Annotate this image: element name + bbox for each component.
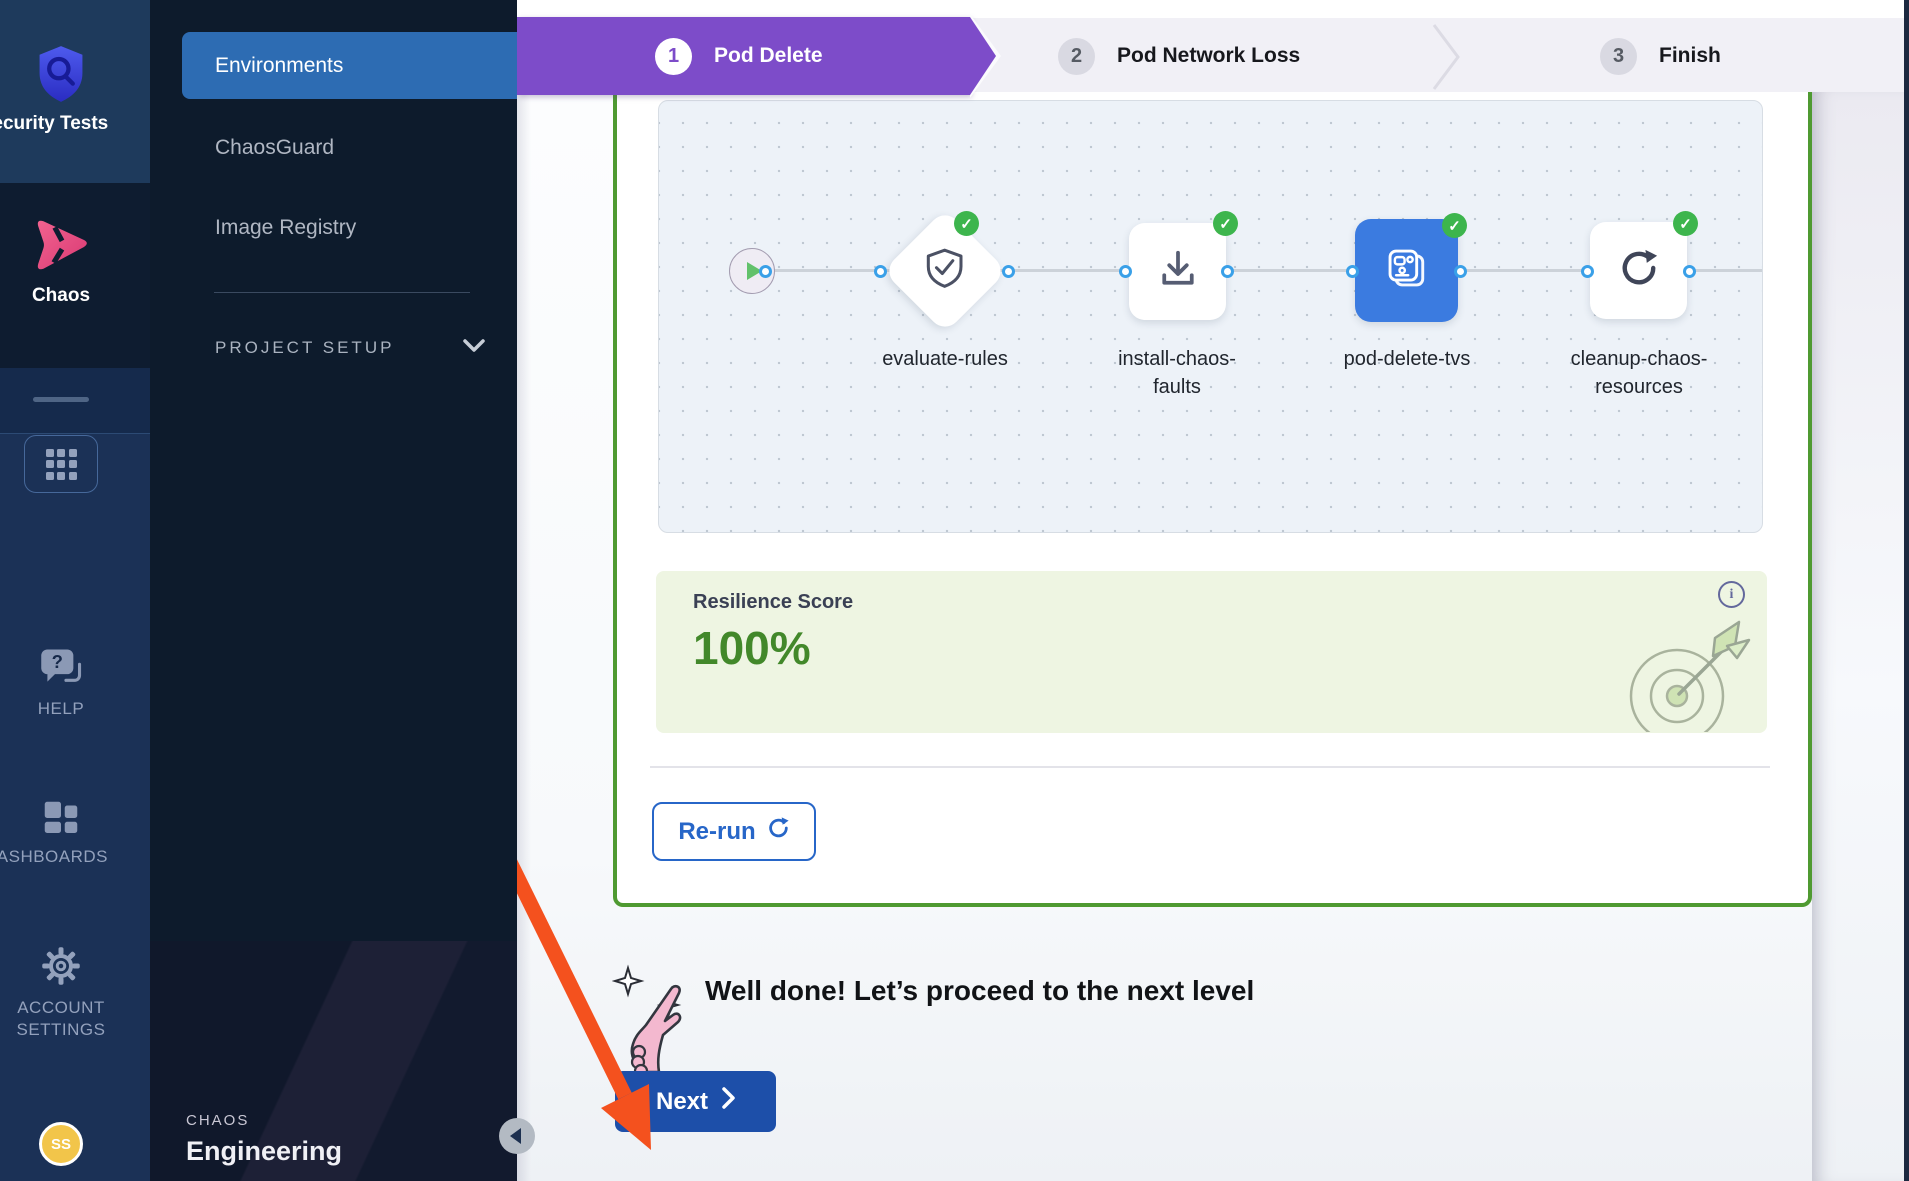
status-success-badge: ✓ xyxy=(1673,211,1698,236)
project-nav: Environments ChaosGuard Image Registry P… xyxy=(150,0,517,1181)
download-icon xyxy=(1158,249,1198,294)
step-2-number: 2 xyxy=(1058,38,1095,75)
tab-finish[interactable]: 3 Finish xyxy=(1600,17,1721,95)
rerun-refresh-icon xyxy=(766,816,790,847)
account-settings-label: ACCOUNT SETTINGS xyxy=(16,997,106,1041)
user-avatar[interactable]: SS xyxy=(39,1122,83,1166)
step-1-number: 1 xyxy=(655,38,692,75)
security-tests-shield-icon xyxy=(35,44,87,109)
rerun-button[interactable]: Re-run xyxy=(652,802,816,861)
pipeline-canvas[interactable]: ✓ evaluate-rules ✓ install-chaos-faults xyxy=(658,100,1763,533)
rerun-label: Re-run xyxy=(678,818,755,846)
svg-text:?: ? xyxy=(52,651,63,672)
rail-collapse-divider[interactable] xyxy=(33,397,89,402)
connector-dot xyxy=(759,265,772,278)
project-title: Engineering xyxy=(186,1136,342,1167)
node-label: install-chaos-faults xyxy=(1102,345,1252,401)
help-label: HELP xyxy=(38,699,84,719)
shield-check-icon xyxy=(925,248,965,295)
module-grid-button[interactable] xyxy=(24,435,98,493)
connector-dot xyxy=(1119,265,1132,278)
next-button[interactable]: Next xyxy=(615,1071,776,1132)
sidebar-item-dashboards[interactable]: DASHBOARDS xyxy=(0,798,122,867)
tab-pod-delete[interactable]: 1 Pod Delete xyxy=(655,17,823,95)
target-dart-illustration xyxy=(1615,614,1765,733)
nav-item-chaosguard[interactable]: ChaosGuard xyxy=(182,120,517,176)
resilience-score-value: 100% xyxy=(693,621,811,675)
grid-icon xyxy=(46,449,77,480)
node-label: evaluate-rules xyxy=(870,345,1020,373)
resilience-score-panel: Resilience Score 100% i xyxy=(656,571,1767,733)
status-success-badge: ✓ xyxy=(1442,213,1467,238)
module-rail: Security Tests Chaos xyxy=(0,0,150,1181)
project-setup-label: PROJECT SETUP xyxy=(215,338,394,358)
sidebar-item-account-settings[interactable]: ACCOUNT SETTINGS xyxy=(0,946,122,1041)
nav-item-image-registry[interactable]: Image Registry xyxy=(182,200,517,256)
right-edge-panel xyxy=(1904,0,1909,1181)
help-chat-icon: ? xyxy=(40,648,82,693)
gear-icon xyxy=(41,946,81,991)
top-strip xyxy=(517,0,1904,18)
next-label: Next xyxy=(656,1088,708,1116)
image-registry-label: Image Registry xyxy=(215,216,356,240)
connector-dot xyxy=(1683,265,1696,278)
node-label: cleanup-chaos-resources xyxy=(1564,345,1714,401)
step-2-label: Pod Network Loss xyxy=(1117,44,1300,68)
environments-label: Environments xyxy=(215,54,343,78)
step-chevron-tip xyxy=(970,17,996,95)
node-evaluate-rules[interactable] xyxy=(883,209,1007,333)
card-divider xyxy=(650,766,1770,768)
nav-item-environments[interactable]: Environments xyxy=(182,32,517,99)
info-icon[interactable]: i xyxy=(1718,581,1745,608)
node-install-chaos-faults[interactable] xyxy=(1129,223,1226,320)
step-1-label: Pod Delete xyxy=(714,44,823,68)
security-tests-label: Security Tests xyxy=(0,113,139,135)
content-left-shade xyxy=(517,92,531,1181)
node-cleanup-chaos-resources[interactable] xyxy=(1590,222,1687,319)
connector-dot xyxy=(1002,265,1015,278)
experiment-result-card: ✓ evaluate-rules ✓ install-chaos-faults xyxy=(613,92,1812,907)
connector-dot xyxy=(1346,265,1359,278)
project-kicker: CHAOS xyxy=(186,1112,249,1129)
dashboards-icon xyxy=(41,798,81,843)
step-separator-icon xyxy=(1428,20,1464,99)
connector-dot xyxy=(1221,265,1234,278)
chaos-logo-icon xyxy=(30,216,92,279)
congrats-message: Well done! Let’s proceed to the next lev… xyxy=(705,975,1254,1007)
node-pod-delete-tvs[interactable] xyxy=(1355,219,1458,322)
refresh-icon xyxy=(1617,246,1661,295)
app-window: Security Tests Chaos xyxy=(0,0,1909,1181)
sidebar-item-chaos[interactable]: Chaos xyxy=(0,216,122,307)
experiment-card-icon xyxy=(1384,246,1430,295)
chaos-label: Chaos xyxy=(32,285,90,307)
step-3-label: Finish xyxy=(1659,44,1721,68)
collapse-left-icon xyxy=(510,1128,521,1144)
status-success-badge: ✓ xyxy=(1213,211,1238,236)
connector-dot xyxy=(1454,265,1467,278)
avatar-initials: SS xyxy=(51,1136,71,1153)
sidebar-collapse-button[interactable] xyxy=(499,1118,535,1154)
sidebar-item-help[interactable]: ? HELP xyxy=(0,648,122,719)
tab-pod-network-loss[interactable]: 2 Pod Network Loss xyxy=(1058,17,1300,95)
right-gutter xyxy=(1812,92,1904,1181)
resilience-score-title: Resilience Score xyxy=(693,591,853,614)
node-label: pod-delete-tvs xyxy=(1332,345,1482,373)
status-success-badge: ✓ xyxy=(954,211,979,236)
dashboards-label: DASHBOARDS xyxy=(0,847,126,867)
sidebar-item-security-tests[interactable]: Security Tests xyxy=(0,44,122,135)
chaosguard-label: ChaosGuard xyxy=(215,136,334,160)
connector-dot xyxy=(1581,265,1594,278)
chevron-right-icon xyxy=(722,1087,735,1116)
connector-dot xyxy=(874,265,887,278)
hand-sparkle-illustration xyxy=(612,962,694,1085)
step-3-number: 3 xyxy=(1600,38,1637,75)
chevron-down-icon xyxy=(463,338,485,358)
nav-section-project-setup[interactable]: PROJECT SETUP xyxy=(215,338,485,358)
nav-divider xyxy=(214,292,470,293)
